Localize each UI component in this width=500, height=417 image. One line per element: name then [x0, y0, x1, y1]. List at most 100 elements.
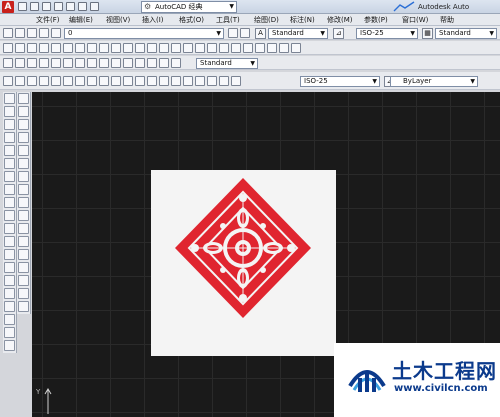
- hatch-icon[interactable]: [4, 275, 15, 286]
- paste-icon[interactable]: [111, 43, 121, 53]
- rotate-icon[interactable]: [18, 171, 29, 182]
- hatch-edit-icon[interactable]: [15, 58, 25, 68]
- copy-object-icon[interactable]: [18, 106, 29, 117]
- make-current-icon[interactable]: [228, 28, 238, 38]
- redo-icon[interactable]: [159, 43, 169, 53]
- point-icon[interactable]: [4, 262, 15, 273]
- workspace-dropdown[interactable]: ⚙ AutoCAD 经典 ▼: [141, 1, 237, 13]
- table-style-icon[interactable]: ▦: [422, 28, 433, 39]
- sun-icon[interactable]: [27, 28, 37, 38]
- region-icon[interactable]: [4, 301, 15, 312]
- dim-break-icon[interactable]: [147, 76, 157, 86]
- menu-help[interactable]: 帮助: [440, 15, 454, 25]
- print-icon[interactable]: [39, 43, 49, 53]
- inspection-icon[interactable]: [183, 76, 193, 86]
- arc-length-icon[interactable]: [27, 76, 37, 86]
- text-style-dropdown[interactable]: Standard ▼: [268, 28, 328, 39]
- dim-text-edit-icon[interactable]: [219, 76, 229, 86]
- dim-edit-icon[interactable]: [207, 76, 217, 86]
- ordinate-dim-icon[interactable]: [39, 76, 49, 86]
- array-icon[interactable]: [18, 145, 29, 156]
- markup-icon[interactable]: [267, 43, 277, 53]
- revision-cloud-icon[interactable]: [4, 184, 15, 195]
- mirror-icon[interactable]: [18, 119, 29, 130]
- multileader-collect-icon[interactable]: [135, 58, 145, 68]
- image-clip-icon[interactable]: [147, 58, 157, 68]
- quick-dim-icon[interactable]: [99, 76, 109, 86]
- redo-icon[interactable]: [90, 2, 99, 11]
- join-icon[interactable]: [18, 262, 29, 273]
- gradient-icon[interactable]: [4, 288, 15, 299]
- diameter-dim-icon[interactable]: [75, 76, 85, 86]
- zoom-realtime-icon[interactable]: [183, 43, 193, 53]
- publish-icon[interactable]: [63, 43, 73, 53]
- aligned-dim-icon[interactable]: [15, 76, 25, 86]
- design-center-icon[interactable]: [231, 43, 241, 53]
- menu-view[interactable]: 视图(V): [106, 15, 130, 25]
- attribute-extract-icon[interactable]: [87, 58, 97, 68]
- polygon-icon[interactable]: [4, 132, 15, 143]
- explode-icon[interactable]: [18, 301, 29, 312]
- rectangle-icon[interactable]: [4, 145, 15, 156]
- block-editor-icon[interactable]: [135, 43, 145, 53]
- polyline-edit-icon[interactable]: [27, 58, 37, 68]
- center-mark-icon[interactable]: [171, 76, 181, 86]
- image-adjust-icon[interactable]: [159, 58, 169, 68]
- spline-icon[interactable]: [4, 197, 15, 208]
- spline-edit-icon[interactable]: [39, 58, 49, 68]
- trim-icon[interactable]: [18, 210, 29, 221]
- dim-update-icon[interactable]: [231, 76, 241, 86]
- sheet-set-icon[interactable]: [255, 43, 265, 53]
- draw-order-icon[interactable]: [3, 58, 13, 68]
- table-icon[interactable]: [4, 314, 15, 325]
- menu-dimension[interactable]: 标注(N): [290, 15, 315, 25]
- menu-window[interactable]: 窗口(W): [402, 15, 428, 25]
- sync-attributes-icon[interactable]: [75, 58, 85, 68]
- print-icon[interactable]: [66, 2, 75, 11]
- dim-space-icon[interactable]: [135, 76, 145, 86]
- lightbulb-icon[interactable]: [15, 28, 25, 38]
- cut-icon[interactable]: [87, 43, 97, 53]
- block-attribute-icon[interactable]: [63, 58, 73, 68]
- menu-draw[interactable]: 绘图(D): [254, 15, 279, 25]
- jogged-linear-icon[interactable]: [195, 76, 205, 86]
- line-icon[interactable]: [4, 93, 15, 104]
- zoom-previous-icon[interactable]: [207, 43, 217, 53]
- color-dropdown[interactable]: ByLayer ▼: [390, 76, 478, 87]
- new-file-icon[interactable]: [18, 2, 27, 11]
- menu-parametric[interactable]: 参数(P): [364, 15, 388, 25]
- autocad-logo-icon[interactable]: A: [2, 1, 14, 13]
- save-as-icon[interactable]: [54, 2, 63, 11]
- break-at-point-icon[interactable]: [18, 236, 29, 247]
- chamfer-icon[interactable]: [18, 275, 29, 286]
- menu-edit[interactable]: 编辑(E): [69, 15, 93, 25]
- dim-style-dropdown-2[interactable]: ISO-25 ▼: [300, 76, 380, 87]
- table-style-dropdown[interactable]: Standard ▼: [435, 28, 497, 39]
- add-selected-icon[interactable]: [4, 340, 15, 351]
- baseline-dim-icon[interactable]: [111, 76, 121, 86]
- menu-insert[interactable]: 插入(I): [142, 15, 164, 25]
- polyline-icon[interactable]: [4, 119, 15, 130]
- stretch-icon[interactable]: [18, 197, 29, 208]
- save-icon[interactable]: [42, 2, 51, 11]
- new-icon[interactable]: [3, 43, 13, 53]
- lock-icon[interactable]: [39, 28, 49, 38]
- multileader-style-dropdown[interactable]: Standard ▼: [196, 58, 258, 69]
- save-icon[interactable]: [27, 43, 37, 53]
- multileader-align-icon[interactable]: [123, 58, 133, 68]
- tolerance-icon[interactable]: [159, 76, 169, 86]
- offset-icon[interactable]: [18, 132, 29, 143]
- menu-format[interactable]: 格式(O): [179, 15, 204, 25]
- dim-style-icon[interactable]: ⊿: [333, 28, 344, 39]
- zoom-window-icon[interactable]: [195, 43, 205, 53]
- jogged-dim-icon[interactable]: [63, 76, 73, 86]
- menu-file[interactable]: 文件(F): [36, 15, 60, 25]
- help-icon[interactable]: [291, 43, 301, 53]
- layer-manager-icon[interactable]: [3, 28, 13, 38]
- color-square-icon[interactable]: [51, 28, 61, 38]
- undo-icon[interactable]: [78, 2, 87, 11]
- text-style-icon[interactable]: A: [255, 28, 266, 39]
- angular-dim-icon[interactable]: [87, 76, 97, 86]
- print-preview-icon[interactable]: [51, 43, 61, 53]
- arc-icon[interactable]: [4, 158, 15, 169]
